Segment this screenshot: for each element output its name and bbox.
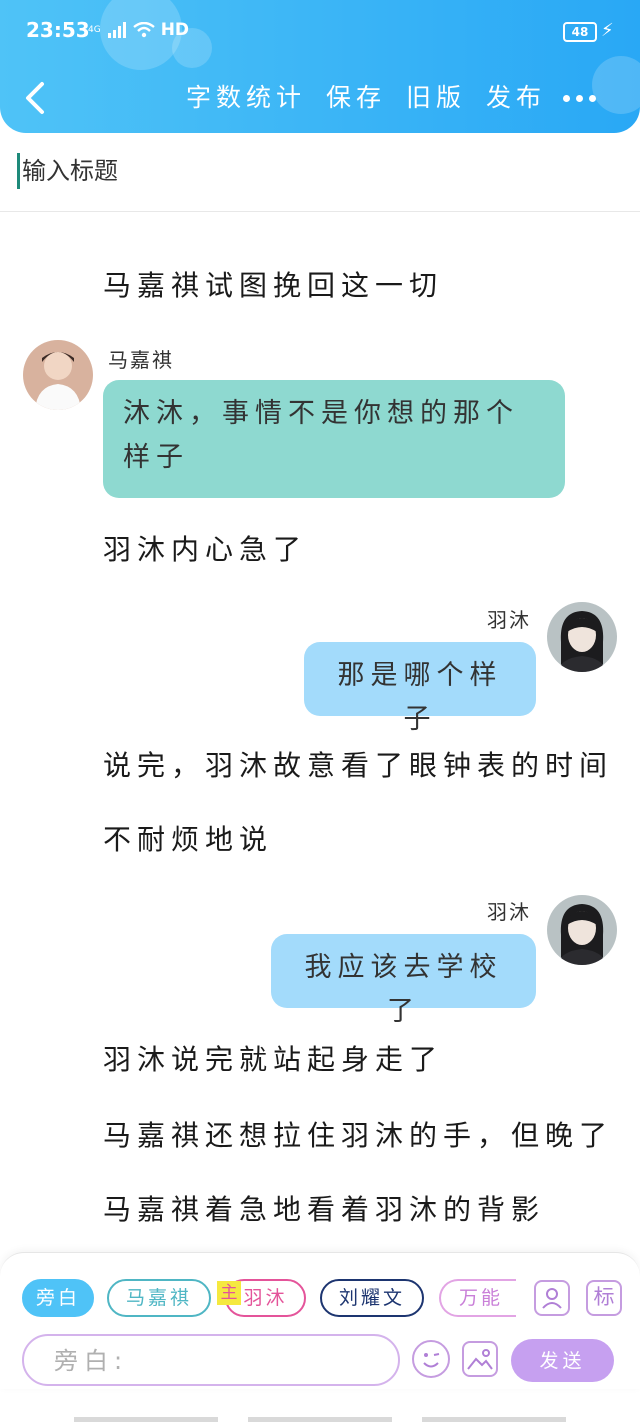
main-role-badge: 主 xyxy=(217,1281,241,1305)
narration-line[interactable]: 不耐烦地说 xyxy=(103,818,273,858)
image-icon xyxy=(467,1349,493,1370)
signal-icon xyxy=(107,22,126,38)
avatar-yumu[interactable] xyxy=(547,895,617,965)
old-version-button[interactable]: 旧版 xyxy=(406,78,466,114)
network-label: 4G xyxy=(88,24,101,35)
speaker-name: 羽沐 xyxy=(487,900,531,924)
status-time: 23:53 xyxy=(26,18,90,42)
smile-icon xyxy=(423,1353,440,1368)
role-chip-liuyaowen[interactable]: 刘耀文 xyxy=(320,1279,424,1317)
message-text: 那是哪个样子 xyxy=(337,660,503,735)
battery-icon: 48 xyxy=(563,22,597,42)
top-bar: 23:53 4G HD 48 ⚡ 字数统计 保存 旧版 发布 xyxy=(0,0,640,133)
role-chip-universal[interactable]: 万能角 xyxy=(439,1279,516,1317)
title-row xyxy=(0,133,640,212)
user-icon xyxy=(542,1288,562,1309)
word-count-button[interactable]: 字数统计 xyxy=(186,78,306,114)
nav-bar-segment xyxy=(248,1417,392,1422)
toolbar: 字数统计 保存 旧版 发布 xyxy=(186,78,566,114)
narration-line[interactable]: 马嘉祺着急地看着羽沐的背影 xyxy=(103,1188,545,1228)
image-button[interactable] xyxy=(462,1341,498,1377)
status-icons: 4G HD xyxy=(88,20,189,40)
message-text: 我应该去学校了 xyxy=(304,952,503,1027)
emoji-button[interactable] xyxy=(412,1340,450,1378)
more-options-icon[interactable] xyxy=(563,95,596,102)
message-bubble[interactable]: 沐沐，事情不是你想的那个 样子 xyxy=(103,380,565,498)
avatar-majiaqi[interactable] xyxy=(23,340,93,410)
story-content: 马嘉祺试图挽回这一切 马嘉祺 沐沐，事情不是你想的那个 样子 羽沐内心急了 羽沐… xyxy=(0,212,640,1252)
hd-label: HD xyxy=(160,20,190,40)
role-manage-button[interactable] xyxy=(534,1280,570,1316)
message-text: 样子 xyxy=(123,442,189,473)
speaker-name: 羽沐 xyxy=(487,608,531,632)
narration-line[interactable]: 羽沐内心急了 xyxy=(103,528,307,568)
back-arrow-icon[interactable] xyxy=(22,80,50,116)
role-chip-majiaqi[interactable]: 马嘉祺 xyxy=(107,1279,211,1317)
wifi-icon xyxy=(132,22,155,38)
narration-line[interactable]: 马嘉祺试图挽回这一切 xyxy=(103,264,443,304)
message-text: 沐沐，事情不是你想的那个 xyxy=(123,398,519,429)
mark-button[interactable]: 标 xyxy=(586,1280,622,1316)
text-cursor xyxy=(17,153,20,189)
send-button[interactable]: 发送 xyxy=(511,1339,614,1382)
avatar-yumu[interactable] xyxy=(547,602,617,672)
role-chip-narrator[interactable]: 旁白 xyxy=(22,1279,94,1317)
decor-bubble xyxy=(592,56,640,114)
charging-icon: ⚡ xyxy=(601,20,614,41)
save-button[interactable]: 保存 xyxy=(326,78,386,114)
narration-line[interactable]: 说完，羽沐故意看了眼钟表的时间 xyxy=(103,744,613,784)
message-input-box[interactable] xyxy=(22,1334,400,1386)
nav-bar-segment xyxy=(74,1417,218,1422)
message-input[interactable] xyxy=(52,1336,376,1386)
message-bubble[interactable]: 那是哪个样子 xyxy=(304,642,536,735)
speaker-name: 马嘉祺 xyxy=(108,348,174,372)
nav-bar-segment xyxy=(422,1417,566,1422)
message-bubble[interactable]: 我应该去学校了 xyxy=(271,934,536,1027)
narration-line[interactable]: 羽沐说完就站起身走了 xyxy=(103,1038,443,1078)
title-input[interactable] xyxy=(22,153,422,189)
narration-line[interactable]: 马嘉祺还想拉住羽沐的手，但晚了 xyxy=(103,1114,613,1154)
publish-button[interactable]: 发布 xyxy=(486,78,546,114)
